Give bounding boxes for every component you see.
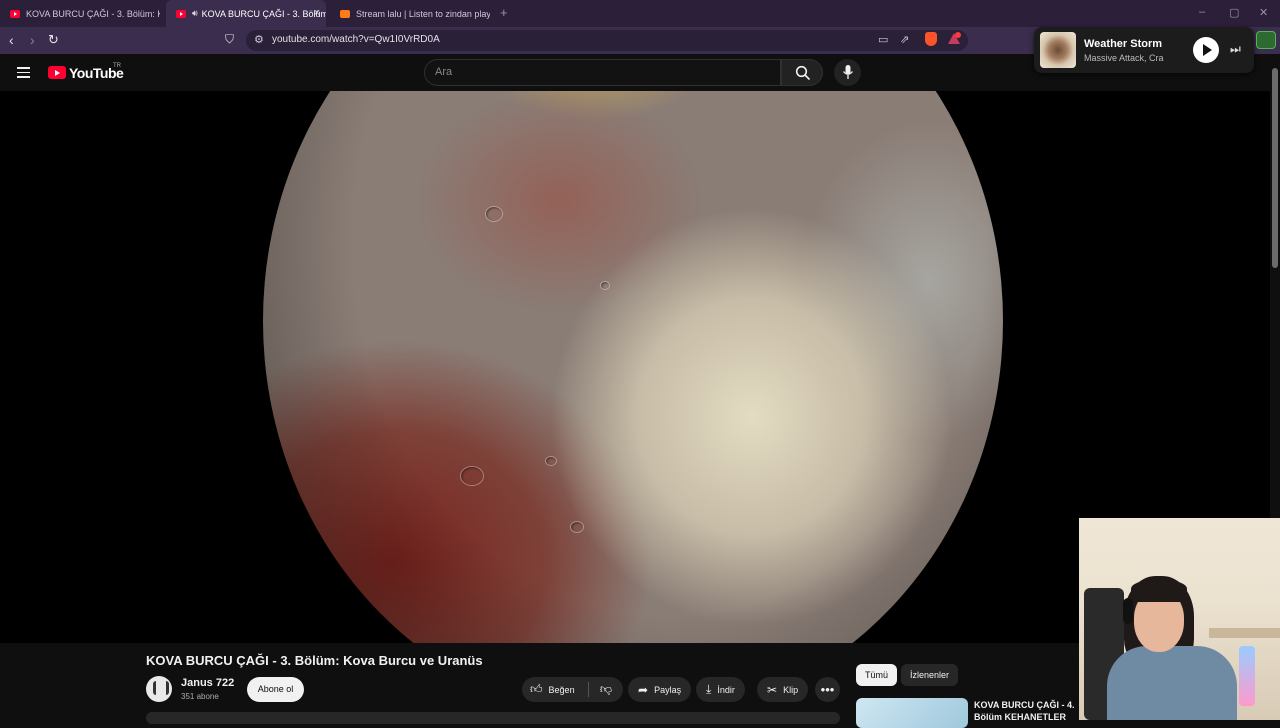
clip-button[interactable]: ✂ Klip	[757, 677, 809, 702]
media-artist: Massive Attack, Craig Armstrong	[1084, 53, 1164, 63]
youtube-favicon-icon	[176, 9, 186, 18]
search-button[interactable]	[781, 59, 823, 86]
description-box[interactable]	[146, 712, 840, 724]
share-button[interactable]: ➦ Paylaş	[628, 677, 692, 702]
video-title: KOVA BURCU ÇAĞI - 3. Bölüm: Kova Burcu v…	[146, 653, 483, 668]
like-label: Beğen	[548, 684, 575, 695]
like-button[interactable]: 👍︎ Beğen	[522, 677, 588, 702]
media-title: Weather Storm	[1084, 38, 1163, 50]
more-actions-button[interactable]: •••	[815, 677, 840, 702]
microphone-icon	[842, 65, 854, 79]
crater	[570, 521, 584, 533]
url-text[interactable]: youtube.com/watch?v=Qw1I0VrRD0A	[272, 34, 440, 45]
tab-kova-burcu-active[interactable]: 🔊︎ KOVA BURCU ÇAĞI - 3. Bölüm ×	[166, 0, 326, 27]
chip-all[interactable]: Tümü	[856, 664, 898, 686]
subscribe-button[interactable]: Abone ol	[247, 677, 304, 702]
tab-title: KOVA BURCU ÇAĞI - 3. Bölüm: Kova B	[26, 8, 160, 19]
menu-icon[interactable]	[17, 67, 30, 78]
chip-watched[interactable]: İzlenenler	[901, 664, 959, 686]
thumbs-down-icon: 👎︎	[599, 682, 613, 696]
rewards-icon[interactable]	[947, 32, 961, 46]
webcam-person-body	[1107, 646, 1237, 720]
share-label: Paylaş	[654, 684, 682, 695]
search-placeholder: Ara	[435, 66, 453, 78]
headset-icon	[1123, 598, 1133, 624]
site-info-icon[interactable]: ⚙	[254, 33, 264, 46]
reload-icon[interactable]: ↻	[48, 32, 59, 48]
crater	[600, 281, 610, 290]
youtube-logo-icon[interactable]	[48, 66, 66, 79]
bookmark-icon[interactable]: ⛉	[225, 32, 234, 47]
scissors-icon: ✂	[767, 682, 778, 697]
video-frame-shading	[263, 91, 1003, 643]
browser-tab-strip: KOVA BURCU ÇAĞI - 3. Bölüm: Kova B 🔊︎ KO…	[0, 0, 1280, 27]
sidebar-toggle-icon[interactable]	[1256, 31, 1276, 49]
back-icon[interactable]: ‹	[9, 32, 14, 48]
tab-title: KOVA BURCU ÇAĞI - 3. Bölüm	[201, 8, 326, 19]
webcam-shelf	[1209, 628, 1280, 638]
youtube-favicon-icon	[10, 9, 20, 18]
close-tab-icon[interactable]: ×	[314, 7, 320, 19]
brave-shield-icon[interactable]	[925, 32, 937, 46]
recommended-video-title[interactable]: KOVA BURCU ÇAĞI - 4. Bölüm KEHANETLER	[974, 699, 1080, 720]
dislike-button[interactable]: 👎︎	[589, 677, 623, 702]
cast-icon[interactable]: ▭	[878, 33, 888, 46]
channel-avatar[interactable]	[146, 676, 172, 702]
share-icon: ➦	[638, 682, 649, 697]
download-button[interactable]: ⤓ İndir	[696, 677, 745, 702]
forward-icon[interactable]: ›	[30, 32, 35, 48]
close-window-button[interactable]: ✕	[1259, 6, 1268, 19]
voice-search-button[interactable]	[834, 59, 861, 86]
crater	[485, 206, 503, 222]
soundcloud-favicon-icon	[340, 9, 350, 18]
minimize-button[interactable]: –	[1199, 6, 1205, 18]
webcam-overlay	[1079, 518, 1280, 720]
new-tab-button[interactable]: +	[500, 5, 508, 20]
thumbs-up-icon: 👍︎	[530, 682, 543, 696]
country-code: TR	[113, 63, 121, 69]
crater	[545, 456, 557, 466]
album-art	[1040, 32, 1076, 68]
tab-title: Stream lalu | Listen to zindan playlist	[356, 8, 490, 19]
webcam-person-bangs	[1131, 580, 1187, 602]
download-icon: ⤓	[706, 682, 712, 696]
webcam-rgb-light	[1239, 646, 1255, 706]
channel-name[interactable]: Janus 722	[181, 677, 234, 689]
speaker-icon[interactable]: 🔊︎	[192, 8, 198, 19]
subscriber-count: 351 abone	[181, 692, 219, 701]
address-bar[interactable]: ⚙ youtube.com/watch?v=Qw1I0VrRD0A ▭ ⇗	[246, 30, 968, 51]
clip-label: Klip	[783, 684, 799, 695]
search-icon	[795, 65, 811, 81]
next-track-icon[interactable]: ⏭︎	[1230, 42, 1241, 57]
like-dislike-group: 👍︎ Beğen 👎︎	[522, 677, 623, 702]
maximize-button[interactable]: ▢	[1229, 6, 1239, 19]
media-play-button[interactable]	[1193, 37, 1219, 63]
search-input[interactable]: Ara	[424, 59, 781, 86]
crater	[460, 466, 484, 486]
download-label: İndir	[717, 684, 735, 695]
media-controls-popup: Weather Storm Massive Attack, Craig Arms…	[1034, 27, 1254, 73]
recommended-video-thumbnail[interactable]	[856, 698, 968, 728]
share-page-icon[interactable]: ⇗	[900, 33, 909, 46]
tab-kova-burcu-1[interactable]: KOVA BURCU ÇAĞI - 3. Bölüm: Kova B	[0, 0, 160, 27]
tab-soundcloud[interactable]: Stream lalu | Listen to zindan playlist	[330, 0, 490, 27]
scrollbar-thumb[interactable]	[1272, 68, 1278, 268]
